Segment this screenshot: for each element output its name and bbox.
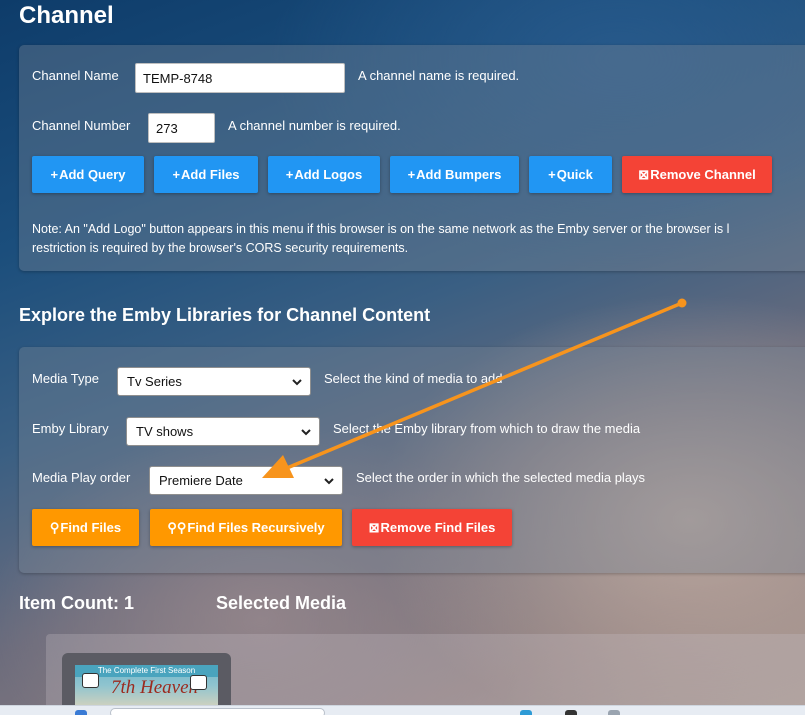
selected-media-title: Selected Media [216, 593, 347, 613]
windows-start-icon[interactable] [75, 710, 87, 715]
add-bumpers-button[interactable]: + Add Bumpers [390, 156, 519, 193]
add-logos-button[interactable]: + Add Logos [268, 156, 380, 193]
add-bumpers-label: Add Bumpers [416, 167, 502, 182]
taskbar-app-icon[interactable] [608, 710, 620, 715]
media-select-checkbox[interactable] [82, 673, 99, 688]
plus-icon: + [172, 167, 181, 182]
emby-library-hint: Select the Emby library from which to dr… [333, 421, 641, 436]
media-type-select[interactable]: Tv Series [117, 367, 311, 396]
media-type-hint: Select the kind of media to add [324, 371, 503, 386]
remove-channel-button[interactable]: ⊠ Remove Channel [622, 156, 772, 193]
find-files-recursively-label: Find Files Recursively [187, 520, 325, 535]
emby-library-value: TV shows [136, 424, 194, 439]
add-logos-label: Add Logos [294, 167, 363, 182]
media-type-label: Media Type [32, 371, 99, 386]
media-type-value: Tv Series [127, 374, 182, 389]
channel-number-label: Channel Number [32, 118, 131, 133]
item-count: Item Count: 1 [19, 593, 134, 613]
play-order-select[interactable]: Premiere Date [149, 466, 343, 495]
chevron-down-icon [324, 478, 334, 485]
remove-find-files-button[interactable]: ⊠ Remove Find Files [352, 509, 512, 546]
taskbar-search-box[interactable] [110, 708, 325, 715]
taskbar-app-icon[interactable] [520, 710, 532, 715]
channel-name-label: Channel Name [32, 68, 119, 83]
channel-name-hint: A channel name is required. [358, 68, 520, 83]
chevron-down-icon [301, 429, 311, 436]
thumbnail-title: 7th Heaven [111, 677, 199, 698]
remove-find-files-label: Remove Find Files [380, 520, 496, 535]
emby-library-select[interactable]: TV shows [126, 417, 320, 446]
remove-channel-label: Remove Channel [650, 167, 756, 182]
taskbar-app-icon[interactable] [565, 710, 577, 715]
remove-box-icon: ⊠ [368, 519, 380, 535]
search-icon: ⚲ [49, 519, 60, 535]
plus-icon: + [285, 167, 294, 182]
remove-box-icon: ⊠ [638, 166, 650, 182]
plus-icon: + [548, 167, 556, 182]
explore-panel: Media Type Tv Series Select the kind of … [19, 347, 805, 573]
channel-number-input[interactable] [148, 113, 215, 143]
play-order-label: Media Play order [32, 470, 131, 485]
find-files-label: Find Files [60, 520, 122, 535]
quick-label: Quick [556, 167, 593, 182]
page-title: Channel [19, 2, 114, 29]
cors-note-line2: restriction is required by the browser's… [32, 241, 409, 255]
plus-icon: + [50, 167, 59, 182]
play-order-hint: Select the order in which the selected m… [356, 470, 646, 485]
quick-button[interactable]: + Quick [529, 156, 612, 193]
cors-note: Note: An "Add Logo" button appears in th… [32, 220, 805, 258]
add-query-button[interactable]: + Add Query [32, 156, 144, 193]
add-files-button[interactable]: + Add Files [154, 156, 258, 193]
search-icon: ⚲⚲ [167, 519, 187, 535]
find-files-button[interactable]: ⚲ Find Files [32, 509, 139, 546]
play-order-value: Premiere Date [159, 473, 243, 488]
cors-note-line1: Note: An "Add Logo" button appears in th… [32, 222, 730, 236]
media-folder-icon[interactable] [190, 675, 207, 690]
find-files-recursively-button[interactable]: ⚲⚲ Find Files Recursively [150, 509, 342, 546]
emby-library-label: Emby Library [32, 421, 109, 436]
channel-panel: Channel Name A channel name is required.… [19, 45, 805, 271]
explore-section-title: Explore the Emby Libraries for Channel C… [19, 305, 431, 325]
plus-icon: + [407, 167, 416, 182]
add-files-label: Add Files [181, 167, 240, 182]
channel-number-hint: A channel number is required. [228, 118, 401, 133]
add-query-label: Add Query [59, 167, 126, 182]
channel-name-input[interactable] [135, 63, 345, 93]
chevron-down-icon [292, 379, 302, 386]
